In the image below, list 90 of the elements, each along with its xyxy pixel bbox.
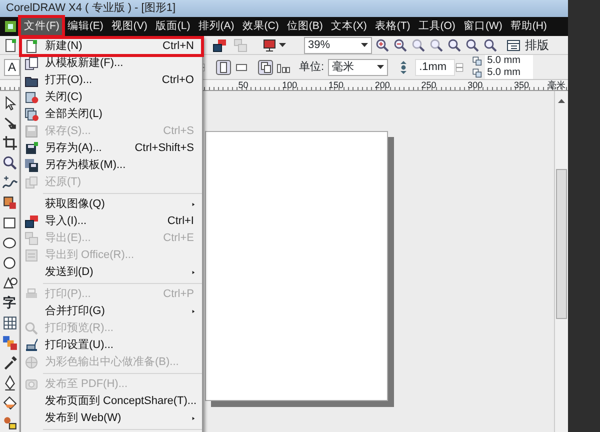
new-document-icon[interactable]: [3, 38, 18, 52]
bucket-icon[interactable]: [2, 395, 18, 411]
floppy-disks-icon: [24, 158, 38, 173]
blend-icon[interactable]: [2, 335, 18, 351]
zoom-page-icon[interactable]: [447, 38, 462, 52]
ruler-unit: 毫米: [546, 80, 567, 90]
ruler-label: 150: [327, 80, 344, 90]
units-label: 单位:: [299, 60, 324, 75]
caret-icon: [279, 43, 286, 47]
documents-icon: [24, 175, 38, 190]
units-dropdown[interactable]: 毫米: [328, 58, 388, 76]
menu-item[interactable]: 获取图像(Q): [21, 196, 202, 213]
menu-item[interactable]: 视图(V): [107, 17, 152, 36]
zoom-dropdown[interactable]: 39%: [304, 36, 372, 54]
scroll-thumb[interactable]: [556, 169, 567, 319]
new-document-icon: [24, 39, 38, 54]
zoom-icon[interactable]: [411, 38, 426, 52]
ellipse-icon[interactable]: [2, 255, 18, 271]
shapes-icon[interactable]: [2, 275, 18, 291]
portrait-icon[interactable]: [216, 60, 232, 74]
menu-item[interactable]: 导入(I)... Ctrl+I: [21, 213, 202, 230]
node-icon[interactable]: [2, 115, 18, 131]
magnifier-icon: [24, 321, 38, 336]
close-document-icon: [24, 90, 38, 105]
menu-item[interactable]: 发布到 Web(W): [21, 410, 202, 427]
menu-item[interactable]: 打印设置(U)...: [21, 337, 202, 354]
fill-icon[interactable]: [2, 415, 18, 431]
zoom-in-icon[interactable]: [375, 38, 390, 52]
import-icon: [24, 214, 38, 229]
menu-item[interactable]: 从模板新建(F)...: [21, 55, 202, 72]
menu-item[interactable]: 位图(B): [282, 17, 327, 36]
menu-item[interactable]: 另存为(A)... Ctrl+Shift+S: [21, 140, 202, 157]
menu-item[interactable]: 帮助(H): [506, 17, 551, 36]
pages-icon[interactable]: [258, 60, 274, 74]
ruler-label: 50: [237, 80, 250, 90]
export-icon: [24, 231, 38, 246]
menu-item[interactable]: 发布页面到 ConceptShare(T)...: [21, 393, 202, 410]
menu-item[interactable]: 文本(X): [326, 17, 371, 36]
duplicate-field[interactable]: 5.0 mm: [485, 67, 534, 79]
printer-icon: [24, 338, 38, 353]
menu-item[interactable]: 表格(T): [370, 17, 414, 36]
duplicate-field[interactable]: 5.0 mm: [485, 55, 534, 67]
scroll-bar[interactable]: [554, 91, 568, 432]
search-icon[interactable]: [2, 155, 18, 171]
ellipse-icon[interactable]: [2, 235, 18, 251]
menu-item[interactable]: 效果(C): [238, 17, 283, 36]
menu-item[interactable]: 文件(F): [20, 17, 64, 36]
close-documents-icon: [24, 107, 38, 122]
menu-item[interactable]: 打开(O)... Ctrl+O: [21, 72, 202, 89]
import-icon[interactable]: [212, 38, 227, 52]
ruler-label: 250: [420, 80, 438, 90]
zoom-page-icon[interactable]: [483, 38, 498, 52]
ruler-label: 300: [466, 80, 484, 90]
ruler-label: 200: [374, 80, 391, 90]
menu-item[interactable]: 关闭(C): [21, 89, 202, 106]
fill-icon[interactable]: [2, 195, 18, 211]
text-tool[interactable]: 字: [3, 295, 16, 311]
menu-item[interactable]: 版面(L): [151, 17, 194, 36]
table-icon[interactable]: [2, 315, 18, 331]
nudge-field[interactable]: .1mm: [415, 58, 456, 76]
rectangle-icon[interactable]: [2, 215, 18, 231]
menu-item[interactable]: 排列(A): [194, 17, 238, 36]
menu-item[interactable]: 编辑(E): [63, 17, 108, 36]
freehand-icon[interactable]: [2, 175, 18, 191]
caret-icon: [361, 43, 368, 47]
menu-item[interactable]: 全部关闭(L): [21, 106, 202, 123]
ruler-label: 100: [281, 80, 298, 90]
menu-item[interactable]: 工具(O): [414, 17, 460, 36]
globe-icon: [24, 355, 38, 370]
layout-button[interactable]: 排版: [506, 36, 549, 54]
document-icon: [24, 248, 38, 263]
style-button[interactable]: A: [4, 58, 20, 76]
caret-icon: [377, 65, 384, 69]
template-document-icon: [24, 56, 38, 71]
window-title: CorelDRAW X4 ( 专业版 ) - [图形1]: [0, 0, 568, 17]
crop-icon[interactable]: [2, 135, 18, 151]
zoom-icon[interactable]: [429, 38, 444, 52]
app-icon: [3, 19, 18, 34]
camera-icon: [24, 377, 38, 392]
menu-item[interactable]: 新建(N) Ctrl+N: [21, 38, 202, 55]
menu-item[interactable]: 发送到(D): [21, 264, 202, 281]
monitor-icon[interactable]: [262, 38, 277, 52]
menu-item[interactable]: 另存为模板(M)...: [21, 157, 202, 174]
zoom-out-icon[interactable]: [393, 38, 408, 52]
zoom-fit-icon[interactable]: [465, 38, 480, 52]
menu-item[interactable]: 合并打印(G): [21, 303, 202, 320]
eyedropper-icon[interactable]: [2, 355, 18, 371]
ruler-label: 350: [513, 80, 530, 90]
layout-icon: [506, 38, 521, 52]
menu-item[interactable]: 窗口(W): [459, 17, 506, 36]
